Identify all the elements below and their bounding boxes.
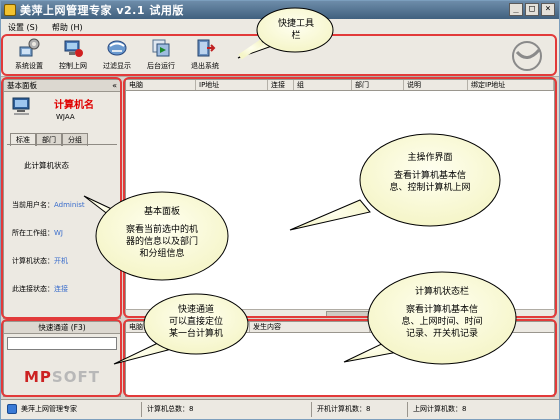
computer-list[interactable]: 电脑 IP地址 连接 组 部门 说明 绑定IP地址 <box>125 79 555 317</box>
callout-line: 可以直接定位 <box>168 317 223 327</box>
callout-line: 息、控制计算机上网 <box>389 183 471 193</box>
network-control-icon <box>64 40 83 57</box>
column-header[interactable]: 组 <box>294 80 352 90</box>
toolbar-label: 后台运行 <box>147 62 175 70</box>
toolbar-label: 系统设置 <box>15 62 43 70</box>
basic-panel-header: 基本面板 « <box>4 80 120 92</box>
basic-panel-title: 基本面板 <box>7 81 37 90</box>
info-row-workgroup: 所在工作组：WJ <box>12 228 63 238</box>
exit-system-button[interactable]: 退出系统 <box>185 37 225 75</box>
window-title: 美萍上网管理专家 v2.1 试用版 <box>20 4 184 17</box>
callout-line: 主操作界面 <box>407 153 453 163</box>
callout-line: 某一台计算机 <box>168 329 223 339</box>
column-header[interactable]: 连接 <box>268 80 294 90</box>
statusbar-net-computers: 上网计算机数：8 <box>413 405 467 413</box>
quick-channel-panel: 快速通道 (F3) MPSOFT <box>3 321 121 397</box>
statusbar-divider <box>407 402 408 417</box>
status-bar: 美萍上网管理专家 计算机总数：8 开机计算机数：8 上网计算机数：8 <box>1 399 559 419</box>
computer-icon <box>12 97 30 115</box>
status-callout-text: 计算机状态栏 察看计算机基本信 息、上网时间、时间 记录、开关机记录 <box>384 286 500 340</box>
computer-status-title: 此计算机状态 <box>24 161 69 170</box>
column-header[interactable]: 电脑 <box>126 80 196 90</box>
filter-icon <box>107 40 127 56</box>
mpsoft-logo: MPSOFT <box>24 368 100 386</box>
filter-display-button[interactable]: 过滤显示 <box>97 37 137 75</box>
info-value: WJ <box>54 229 63 237</box>
toolbar-label: 退出系统 <box>191 62 219 70</box>
callout-line: 察看计算机基本信 <box>405 305 478 315</box>
column-header[interactable]: IP地址 <box>196 80 268 90</box>
basic-callout-text: 基本面板 察看当前选中的机 器的信息以及部门 和分组信息 <box>110 206 214 260</box>
statusbar-divider <box>311 402 312 417</box>
info-value: 开机 <box>54 257 68 265</box>
callout-line: 记录、开关机记录 <box>405 329 478 339</box>
system-settings-button[interactable]: 系统设置 <box>9 37 49 75</box>
toolbar-callout-text: 快捷工具 栏 <box>270 18 322 42</box>
computer-id: WJAA <box>56 113 75 121</box>
background-run-button[interactable]: 后台运行 <box>141 37 181 75</box>
callout-line: 器的信息以及部门 <box>125 237 198 247</box>
info-label: 所在工作组： <box>12 229 54 237</box>
callout-line: 快速通道 <box>177 305 214 315</box>
callout-line: 快捷工具 <box>277 19 314 29</box>
callout-line: 察看当前选中的机 <box>125 225 198 235</box>
app-logo-icon <box>512 41 542 71</box>
menu-settings[interactable]: 设置 (S) <box>1 22 45 33</box>
menu-help[interactable]: 帮助 (H) <box>45 22 90 33</box>
info-value: 连接 <box>54 285 68 293</box>
computer-list-header: 电脑 IP地址 连接 组 部门 说明 绑定IP地址 <box>126 80 554 91</box>
logo-soft: SOFT <box>51 368 100 386</box>
toolbar-label: 过滤显示 <box>103 62 131 70</box>
column-header[interactable]: 发生内容 <box>250 322 370 332</box>
column-header[interactable]: 绑定IP地址 <box>468 80 554 90</box>
statusbar-online-computers: 开机计算机数：8 <box>317 405 371 413</box>
collapse-panel-button[interactable]: « <box>112 80 117 91</box>
background-run-icon <box>152 39 170 57</box>
statusbar-divider <box>141 402 142 417</box>
info-label: 计算机状态： <box>12 257 54 265</box>
info-row-connection: 此连接状态：连接 <box>12 284 68 294</box>
column-header[interactable]: 说明 <box>404 80 468 90</box>
info-label: 当前用户名： <box>12 201 54 209</box>
logo-mp: MP <box>24 368 52 386</box>
app-icon <box>4 4 16 16</box>
quick-channel-header: 快速通道 (F3) <box>4 322 120 334</box>
callout-line: 栏 <box>291 31 301 41</box>
callout-line: 查看计算机基本信 <box>393 171 466 181</box>
main-callout-text: 主操作界面 查看计算机基本信 息、控制计算机上网 <box>372 152 488 194</box>
toolbar-label: 控制上网 <box>59 62 87 70</box>
app-status-icon <box>7 404 17 414</box>
computer-name: 计算机名 <box>54 100 94 111</box>
app-window: 美萍上网管理专家 v2.1 试用版 _ □ × 设置 (S) 帮助 (H) 系统… <box>0 0 560 420</box>
quick-channel-input[interactable] <box>7 337 117 350</box>
basic-panel: 基本面板 « 计算机名 WJAA 标准 部门 分组 此计算机状态 当前用户名：A… <box>3 79 121 319</box>
callout-line: 息、上网时间、时间 <box>401 317 483 327</box>
callout-line: 和分组信息 <box>139 249 185 259</box>
quick-callout-text: 快速通道 可以直接定位 某一台计算机 <box>156 304 236 340</box>
tab-divider <box>7 144 117 145</box>
statusbar-app-name: 美萍上网管理专家 <box>21 405 77 413</box>
settings-icon <box>19 38 40 57</box>
info-value: Administ <box>54 201 85 209</box>
maximize-button[interactable]: □ <box>525 3 539 16</box>
info-label: 此连接状态： <box>12 285 54 293</box>
callout-line: 计算机状态栏 <box>414 287 469 297</box>
statusbar-total-computers: 计算机总数：8 <box>147 405 194 413</box>
info-row-status: 计算机状态：开机 <box>12 256 68 266</box>
info-row-user: 当前用户名：Administ <box>12 200 85 210</box>
minimize-button[interactable]: _ <box>509 3 523 16</box>
title-bar: 美萍上网管理专家 v2.1 试用版 _ □ × <box>1 1 559 19</box>
column-header[interactable]: 部门 <box>352 80 404 90</box>
callout-line: 基本面板 <box>143 207 180 217</box>
control-internet-button[interactable]: 控制上网 <box>53 37 93 75</box>
close-button[interactable]: × <box>541 3 555 16</box>
exit-icon <box>197 39 216 57</box>
